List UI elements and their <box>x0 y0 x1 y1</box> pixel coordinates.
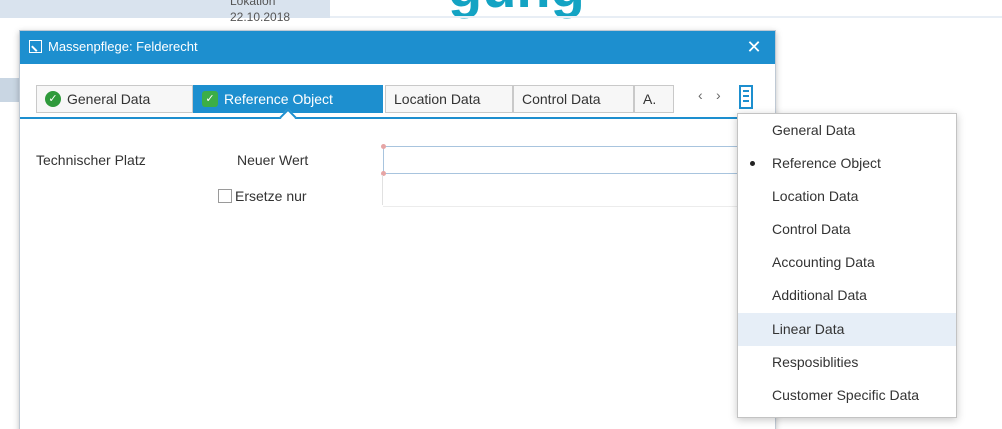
new-value-label: Neuer Wert <box>237 152 309 168</box>
field-divider <box>382 175 383 205</box>
tab-label: Location Data <box>394 91 481 107</box>
dialog-titlebar[interactable]: Massenpflege: Felderecht ✕ <box>20 31 775 64</box>
replace-only-checkbox[interactable] <box>218 189 232 203</box>
tab-list-menu: General Data Reference Object Location D… <box>737 113 957 418</box>
close-button[interactable]: ✕ <box>743 36 765 58</box>
menu-item-responsibilities[interactable]: Resposiblities <box>738 346 956 379</box>
menu-item-label: Additional Data <box>772 287 867 304</box>
tab-accounting-data-truncated[interactable]: A. <box>634 85 674 113</box>
tab-scroll-left-icon[interactable]: ‹ <box>698 87 703 103</box>
menu-item-customer-specific-data[interactable]: Customer Specific Data <box>738 379 956 412</box>
menu-item-reference-object[interactable]: Reference Object <box>738 147 956 180</box>
background-label: Lokation <box>230 0 276 8</box>
tab-location-data[interactable]: Location Data <box>385 85 513 113</box>
new-value-input[interactable] <box>384 147 762 173</box>
mass-maintenance-dialog: Massenpflege: Felderecht ✕ ✓ General Dat… <box>19 30 776 429</box>
menu-item-label: Reference Object <box>772 155 881 172</box>
bullet-icon <box>750 161 755 167</box>
dialog-title: Massenpflege: Felderecht <box>48 39 198 54</box>
tab-general-data[interactable]: ✓ General Data <box>36 85 193 113</box>
menu-item-accounting-data[interactable]: Accounting Data <box>738 246 956 279</box>
replace-only-row[interactable]: Ersetze nur <box>218 188 307 204</box>
menu-item-additional-data[interactable]: Additional Data <box>738 279 956 312</box>
field-name-label: Technischer Platz <box>36 152 146 168</box>
menu-item-label: General Data <box>772 122 856 138</box>
menu-item-label: Resposiblities <box>772 353 859 370</box>
menu-item-control-data[interactable]: Control Data <box>738 213 956 246</box>
menu-item-location-data[interactable]: Location Data <box>738 180 956 213</box>
checkmark-icon: ✓ <box>202 91 218 107</box>
tab-strip-underline <box>20 117 775 119</box>
field-baseline <box>383 206 763 207</box>
background-date: 22.10.2018 <box>230 10 291 24</box>
new-value-field[interactable] <box>381 144 763 176</box>
replace-only-label: Ersetze nur <box>235 188 307 204</box>
tab-label: General Data <box>67 91 151 107</box>
tab-scroll-right-icon[interactable]: › <box>716 87 721 103</box>
menu-item-general-data[interactable]: General Data <box>738 114 956 147</box>
menu-item-label: Customer Specific Data <box>772 386 920 403</box>
menu-item-label: Location Data <box>772 188 859 205</box>
screen: Lokation 22.10.2018 gung Massenpflege: F… <box>0 0 1002 429</box>
checkmark-icon: ✓ <box>45 91 61 107</box>
menu-item-label: Accounting Data <box>772 254 875 271</box>
tab-label: A. <box>643 91 657 107</box>
tab-label: Control Data <box>522 91 601 107</box>
tab-list-icon[interactable] <box>739 85 753 109</box>
menu-item-linear-data[interactable]: Linear Data <box>738 312 956 346</box>
tab-strip: ✓ General Data ✓ Reference Object Locati… <box>36 85 775 115</box>
background-divider <box>330 16 1002 18</box>
background-heading: gung <box>448 0 585 16</box>
menu-item-label: Linear Data <box>772 320 845 337</box>
tab-control-data[interactable]: Control Data <box>513 85 634 113</box>
menu-item-label: Control Data <box>772 221 851 238</box>
tab-label: Reference Object <box>224 91 333 107</box>
edit-icon <box>29 40 42 53</box>
